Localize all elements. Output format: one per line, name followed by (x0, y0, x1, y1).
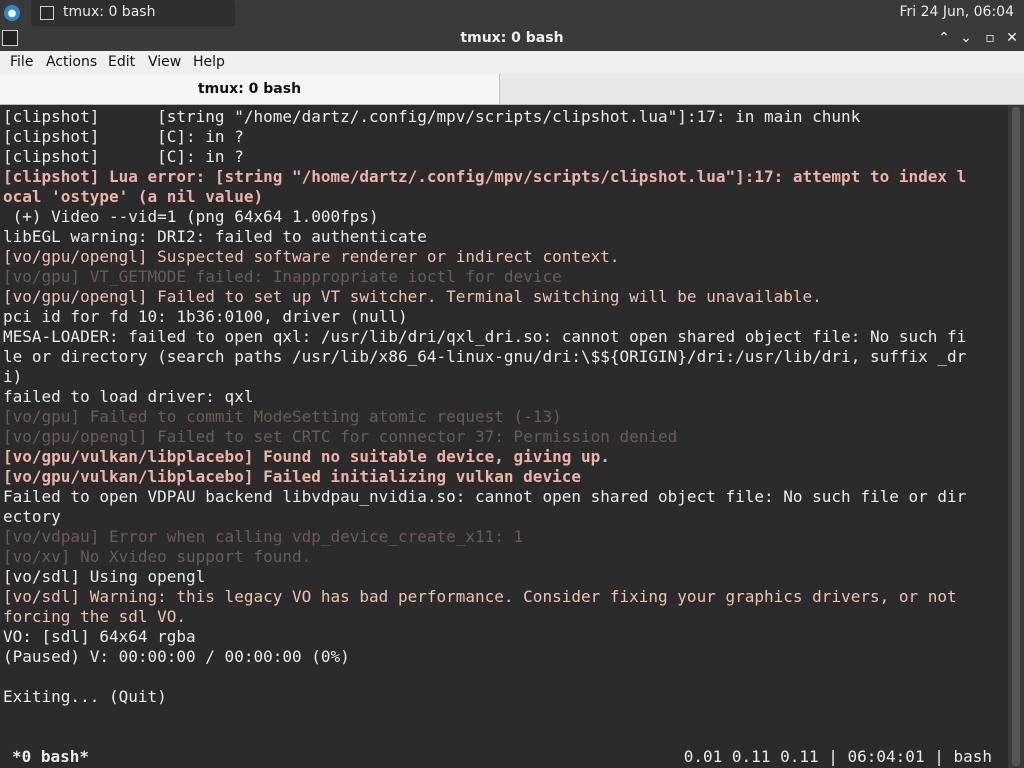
terminal-line: (Paused) V: 00:00:00 / 00:00:00 (0%) (3, 647, 350, 666)
terminal-line: [vo/vdpau] Error when calling vdp_device… (3, 527, 524, 546)
terminal-line: forcing the sdl VO. (3, 607, 187, 626)
terminal-line: le or directory (search paths /usr/lib/x… (3, 347, 967, 366)
terminal-scrollbar[interactable] (1008, 105, 1024, 768)
scrollbar-thumb[interactable] (1012, 107, 1020, 766)
minimize-button[interactable]: ⌄ (956, 28, 976, 48)
window-title: tmux: 0 bash (460, 30, 564, 46)
taskbar-item-terminal[interactable]: tmux: 0 bash (31, 0, 235, 26)
tab-bar: tmux: 0 bash (0, 74, 1024, 105)
tmux-status-right: 0.01 0.11 0.11 | 06:04:01 | bash (683, 747, 992, 766)
tmux-status-bar: *0 bash* 0.01 0.11 0.11 | 06:04:01 | bas… (0, 747, 1008, 768)
clock[interactable]: Fri 24 Jun, 06:04 (899, 4, 1014, 20)
window-titlebar[interactable]: tmux: 0 bash ⌃ ⌄ ▫ ✕ (0, 26, 1024, 51)
terminal-line: [vo/xv] No Xvideo support found. (3, 547, 312, 566)
terminal-icon (40, 6, 54, 20)
terminal-line: [vo/gpu/opengl] Failed to set up VT swit… (3, 287, 822, 306)
terminal-line: [vo/gpu/opengl] Suspected software rende… (3, 247, 620, 266)
menu-edit[interactable]: Edit (108, 54, 135, 70)
terminal-line: [clipshot] Lua error: [string "/home/dar… (3, 167, 967, 186)
window-maximize-up-button[interactable]: ⌃ (934, 28, 954, 48)
terminal-line: [vo/gpu/opengl] Failed to set CRTC for c… (3, 427, 678, 446)
desktop-panel: ● tmux: 0 bash Fri 24 Jun, 06:04 (0, 0, 1024, 26)
app-menu-icon[interactable]: ● (4, 5, 20, 21)
terminal-line: [vo/gpu] Failed to commit ModeSetting at… (3, 407, 562, 426)
terminal-line: ocal 'ostype' (a nil value) (3, 187, 264, 206)
terminal-line: ectory (3, 507, 61, 526)
terminal-line: [vo/sdl] Using opengl (3, 567, 206, 586)
terminal-line: VO: [sdl] 64x64 rgba (3, 627, 196, 646)
terminal-line: failed to load driver: qxl (3, 387, 254, 406)
menu-help[interactable]: Help (193, 54, 225, 70)
maximize-button[interactable]: ▫ (980, 28, 1000, 48)
terminal-line: Failed to open VDPAU backend libvdpau_nv… (3, 487, 967, 506)
terminal-line: [clipshot] [C]: in ? (3, 127, 244, 146)
terminal-line: [clipshot] [C]: in ? (3, 147, 244, 166)
terminal-line: Exiting... (Quit) (3, 687, 167, 706)
tmux-window-indicator: *0 bash* (12, 747, 90, 766)
menu-view[interactable]: View (148, 54, 181, 70)
terminal-output[interactable]: [clipshot] [string "/home/dartz/.config/… (0, 105, 1008, 768)
terminal-line: [vo/sdl] Warning: this legacy VO has bad… (3, 587, 957, 606)
terminal-line: [vo/gpu] VT_GETMODE failed: Inappropriat… (3, 267, 562, 286)
close-button[interactable]: ✕ (1002, 28, 1022, 48)
terminal-line: [clipshot] [string "/home/dartz/.config/… (3, 107, 861, 126)
menu-file[interactable]: File (10, 54, 33, 70)
terminal-line: (+) Video --vid=1 (png 64x64 1.000fps) (3, 207, 379, 226)
terminal-line: i) (3, 367, 23, 386)
tab-tmux-bash[interactable]: tmux: 0 bash (0, 74, 500, 104)
menu-bar: File Actions Edit View Help (0, 51, 1024, 74)
taskbar-item-label: tmux: 0 bash (63, 4, 156, 20)
terminal-line: MESA-LOADER: failed to open qxl: /usr/li… (3, 327, 967, 346)
terminal-line: libEGL warning: DRI2: failed to authenti… (3, 227, 427, 246)
terminal-line: [vo/gpu/vulkan/libplacebo] Found no suit… (3, 447, 610, 466)
menu-actions[interactable]: Actions (46, 54, 97, 70)
terminal-line: pci id for fd 10: 1b36:0100, driver (nul… (3, 307, 408, 326)
terminal-line: [vo/gpu/vulkan/libplacebo] Failed initia… (3, 467, 581, 486)
